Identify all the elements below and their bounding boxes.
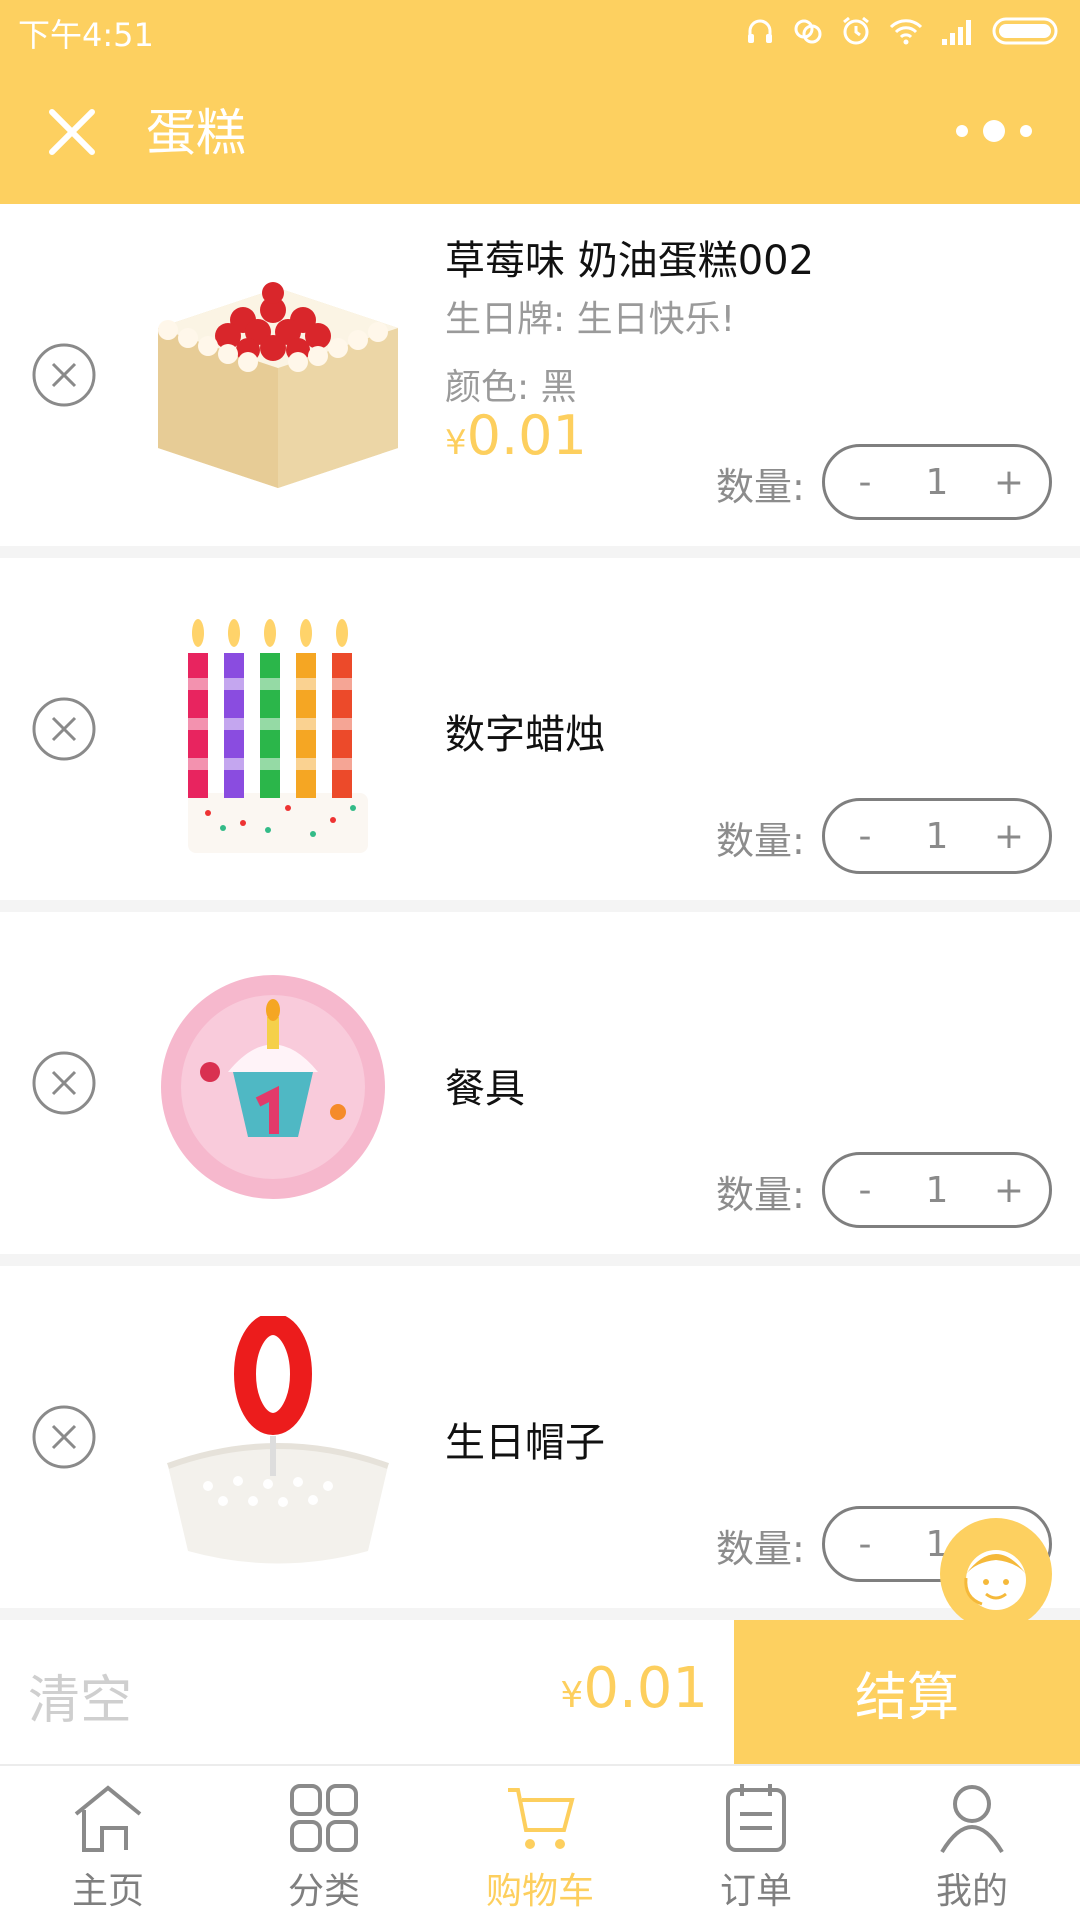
- quantity-stepper: - 1 +: [822, 798, 1052, 874]
- page-title: 蛋糕: [146, 104, 246, 162]
- candles-image: [148, 608, 408, 858]
- status-icons: [744, 12, 1062, 50]
- decrement-button[interactable]: -: [847, 1170, 883, 1211]
- birthday-plate-image: [148, 962, 408, 1212]
- tab-category[interactable]: 分类: [216, 1766, 432, 1920]
- remove-circle-icon: [32, 1051, 96, 1115]
- close-icon: [49, 109, 95, 155]
- cart-list: 草莓味 奶油蛋糕002 生日牌: 生日快乐! 颜色: 黑 ¥0.01 数量: -…: [0, 204, 1080, 1620]
- cart-item: 草莓味 奶油蛋糕002 生日牌: 生日快乐! 颜色: 黑 ¥0.01 数量: -…: [0, 204, 1080, 546]
- cart-item: 数字蜡烛 数量: - 1 +: [0, 558, 1080, 900]
- product-name[interactable]: 草莓味 奶油蛋糕002: [445, 228, 814, 286]
- remove-circle-icon: [32, 1405, 96, 1469]
- cart-total: ¥0.01: [560, 1656, 708, 1721]
- quantity-label: 数量:: [716, 1173, 805, 1217]
- remove-item-button[interactable]: [31, 1050, 97, 1116]
- product-name[interactable]: 餐具: [445, 1056, 525, 1114]
- header: 蛋糕: [0, 62, 1080, 204]
- product-name[interactable]: 数字蜡烛: [445, 702, 605, 760]
- product-price: ¥0.01: [445, 404, 587, 467]
- signal-icon: [942, 20, 971, 45]
- quantity-stepper: - 1 +: [822, 1152, 1052, 1228]
- clear-cart-button[interactable]: 清空: [28, 1658, 132, 1733]
- category-icon: [290, 1784, 358, 1852]
- status-time: 下午4:51: [18, 16, 154, 54]
- increment-button[interactable]: +: [991, 816, 1027, 857]
- tab-home[interactable]: 主页: [0, 1766, 216, 1920]
- quantity-label: 数量:: [716, 819, 805, 863]
- headphone-icon: [748, 19, 772, 43]
- order-icon: [726, 1784, 786, 1852]
- alarm-icon: [843, 16, 869, 45]
- home-icon: [74, 1785, 142, 1852]
- cart-item: 餐具 数量: - 1 +: [0, 912, 1080, 1254]
- total-currency: ¥: [560, 1675, 584, 1716]
- app-root: 下午4:51 蛋糕 草莓味 奶油蛋糕002 生日牌: 生日快乐! 颜色: 黑 ¥…: [0, 0, 1080, 1920]
- sync-icon: [794, 19, 822, 44]
- customer-service-button[interactable]: [938, 1516, 1054, 1632]
- tab-label: 分类: [287, 1871, 360, 1912]
- quantity-value[interactable]: 1: [926, 462, 949, 503]
- remove-item-button[interactable]: [31, 696, 97, 762]
- total-value: 0.01: [583, 1656, 708, 1721]
- more-button[interactable]: [946, 108, 1042, 154]
- quantity-label: 数量:: [716, 1527, 805, 1571]
- product-attribute: 生日牌: 生日快乐!: [445, 299, 736, 340]
- quantity-stepper: - 1 +: [822, 444, 1052, 520]
- tab-cart[interactable]: 购物车: [432, 1766, 648, 1920]
- tab-label: 购物车: [485, 1871, 594, 1912]
- checkout-bar: 清空 ¥0.01 结算: [0, 1620, 1080, 1764]
- status-bar: 下午4:51: [0, 0, 1080, 62]
- cart-item: 生日帽子 数量: - 1 +: [0, 1266, 1080, 1608]
- wifi-icon: [889, 19, 923, 45]
- increment-button[interactable]: +: [991, 1170, 1027, 1211]
- remove-item-button[interactable]: [31, 1404, 97, 1470]
- product-attribute: 颜色: 黑: [445, 367, 577, 408]
- product-name[interactable]: 生日帽子: [445, 1410, 605, 1468]
- tab-label: 订单: [719, 1871, 792, 1912]
- quantity-label: 数量:: [716, 465, 805, 509]
- tab-orders[interactable]: 订单: [648, 1766, 864, 1920]
- quantity-value[interactable]: 1: [926, 816, 949, 857]
- battery-icon: [992, 17, 1058, 45]
- price-value: 0.01: [466, 404, 587, 467]
- close-button[interactable]: [42, 102, 102, 162]
- tab-profile[interactable]: 我的: [864, 1766, 1080, 1920]
- increment-button[interactable]: +: [991, 462, 1027, 503]
- quantity-value[interactable]: 1: [926, 1170, 949, 1211]
- decrement-button[interactable]: -: [847, 1524, 883, 1565]
- profile-icon: [940, 1785, 1004, 1854]
- cart-icon: [508, 1788, 575, 1849]
- remove-circle-icon: [32, 343, 96, 407]
- tab-bar: 主页 分类 购物车 订单 我的: [0, 1764, 1080, 1920]
- customer-service-icon: [940, 1518, 1052, 1630]
- tab-label: 主页: [71, 1871, 144, 1912]
- decrement-button[interactable]: -: [847, 462, 883, 503]
- tab-label: 我的: [935, 1871, 1008, 1912]
- strawberry-cake-image: [148, 248, 408, 498]
- checkout-button[interactable]: 结算: [734, 1620, 1080, 1764]
- number-zero-candle-image: [148, 1313, 408, 1566]
- remove-item-button[interactable]: [31, 342, 97, 408]
- more-dots-icon: [956, 120, 1032, 142]
- decrement-button[interactable]: -: [847, 816, 883, 857]
- remove-circle-icon: [32, 697, 96, 761]
- price-currency: ¥: [445, 423, 467, 463]
